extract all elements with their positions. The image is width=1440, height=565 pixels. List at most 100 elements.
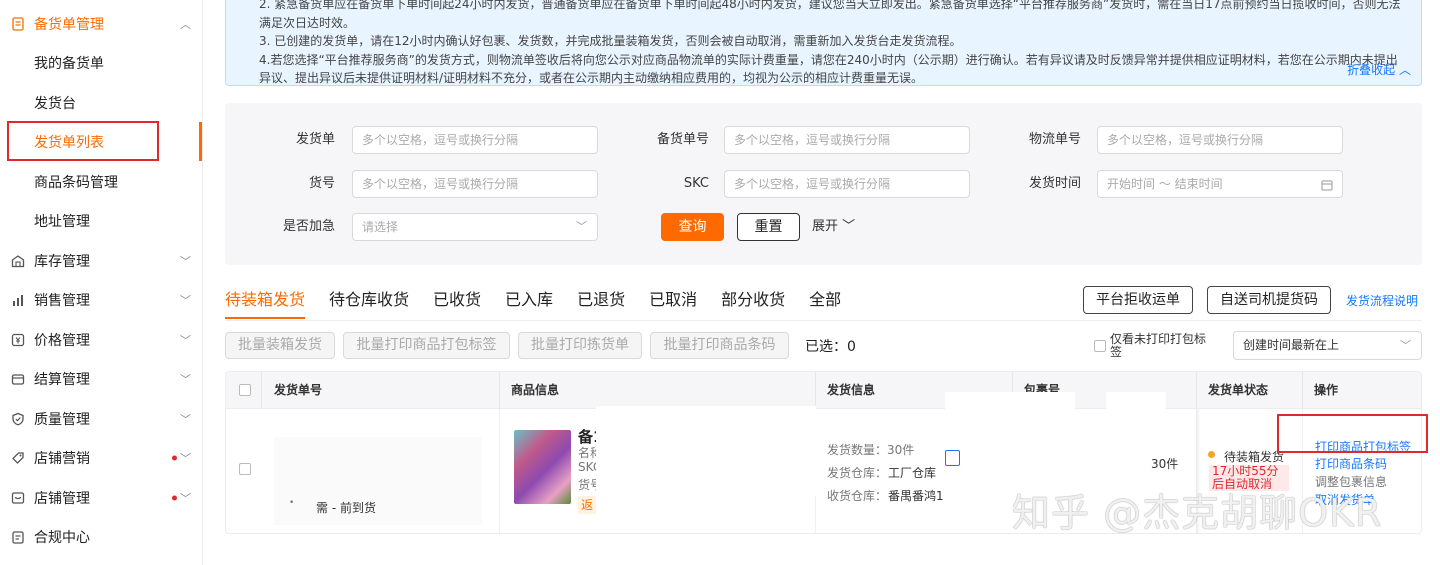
notice-line: 4.若您选择“平台推荐服务商”的发货方式，则物流单签收后将向您公示对应商品物流单… xyxy=(259,52,1398,67)
status-tabs: 待装箱发货 待仓库收货 已收货 已入库 已退货 已取消 部分收货 全部 xyxy=(225,283,865,321)
sidebar-item-address-management[interactable]: 地址管理 xyxy=(34,201,90,240)
urgent-label: 是否加急 xyxy=(282,219,335,234)
batch-print-picking-list-button[interactable]: 批量打印拣货单 xyxy=(518,332,642,359)
urgent-select[interactable]: 请选择 ﹀ xyxy=(352,213,598,241)
query-button[interactable]: 查询 xyxy=(661,213,724,241)
edit-icon[interactable] xyxy=(945,450,960,466)
receive-warehouse-value: 番禺番鸿1 xyxy=(888,489,944,503)
price-tag-icon xyxy=(10,332,26,348)
tab-received[interactable]: 已收货 xyxy=(433,283,481,319)
sidebar-group-label: 合规中心 xyxy=(34,529,90,546)
urgent-select-placeholder: 请选择 xyxy=(362,220,399,234)
tab-pending-receipt[interactable]: 待仓库收货 xyxy=(329,283,409,319)
chevron-down-icon: ﹀ xyxy=(180,293,191,307)
sidebar-group-compliance[interactable]: 合规中心 xyxy=(0,517,203,556)
batch-print-pack-labels-button[interactable]: 批量打印商品打包标签 xyxy=(343,332,510,359)
skc-input[interactable]: 多个以空格，逗号或换行分隔 xyxy=(724,170,970,198)
driver-pickup-code-button[interactable]: 自送司机提货码 xyxy=(1207,286,1331,314)
skc-label: SKC xyxy=(683,176,709,191)
platform-reject-button[interactable]: 平台拒收运单 xyxy=(1083,286,1193,314)
sidebar: 备货单管理 ︿ 我的备货单 发货台 发货单列表 商品条码管理 地址管理 库存管理… xyxy=(0,0,203,565)
sidebar-item-barcode-management[interactable]: 商品条码管理 xyxy=(34,162,118,201)
only-unprinted-checkbox[interactable] xyxy=(1094,340,1106,352)
ship-warehouse-label: 发货仓库： xyxy=(827,466,888,480)
clipboard-icon xyxy=(10,529,26,545)
product-thumbnail[interactable] xyxy=(514,430,571,504)
print-barcode-link[interactable]: 打印商品条码 xyxy=(1315,455,1387,472)
active-indicator xyxy=(199,122,202,161)
sidebar-group-label: 备货单管理 xyxy=(34,16,104,33)
selected-count: 已选：0 xyxy=(805,339,856,355)
sidebar-group-label: 店铺管理 xyxy=(34,490,90,507)
sidebar-group-label: 质量管理 xyxy=(34,411,90,428)
notification-dot xyxy=(172,495,177,500)
sidebar-group-marketing[interactable]: 店铺营销 ﹀ xyxy=(0,438,203,477)
notice-banner: 2. 紧急备货单应在备货单下单时间起24小时内发货，普通备货单应在备货单下单时间… xyxy=(225,0,1422,86)
item-number-label: 货号 xyxy=(308,176,335,191)
reset-button[interactable]: 重置 xyxy=(737,213,800,241)
tab-pending-packing[interactable]: 待装箱发货 xyxy=(225,283,306,319)
chevron-up-icon: ︿ xyxy=(180,17,191,31)
wallet-icon xyxy=(10,371,26,387)
tracking-number-input[interactable]: 多个以空格，逗号或换行分隔 xyxy=(1097,126,1343,154)
sidebar-group-inventory[interactable]: 库存管理 ﹀ xyxy=(0,241,203,280)
annotation-highlight-box xyxy=(1277,414,1428,453)
tab-all[interactable]: 全部 xyxy=(809,283,841,319)
table-header: 发货单号 商品信息 发货信息 包裹号 发货单状态 操作 xyxy=(226,372,1421,409)
tab-cancelled[interactable]: 已取消 xyxy=(649,283,697,319)
shield-icon xyxy=(10,411,26,427)
sidebar-group-label: 结算管理 xyxy=(34,371,90,388)
chevron-down-icon: ﹀ xyxy=(180,254,191,268)
column-shipping-info: 发货信息 xyxy=(827,383,876,397)
notice-line: 3. 已创建的发货单，请在12小时内确认好包裹、发货数，并完成批量装箱发货，否则… xyxy=(259,34,962,48)
receive-warehouse-label: 收货仓库： xyxy=(827,489,888,503)
column-shipping-order: 发货单号 xyxy=(274,383,323,397)
chevron-down-icon: ﹀ xyxy=(180,412,191,426)
notification-dot xyxy=(172,455,177,460)
tracking-number-label: 物流单号 xyxy=(1028,132,1081,147)
sidebar-item-my-stock-orders[interactable]: 我的备货单 xyxy=(34,43,104,82)
chevron-down-icon: ﹀ xyxy=(180,372,191,386)
chevron-down-icon: ﹀ xyxy=(1400,339,1411,352)
order-status-text: 待装箱发货 xyxy=(1224,450,1285,464)
ship-time-range[interactable]: 开始时间 ～ 结束时间 xyxy=(1097,170,1343,198)
sidebar-group-price[interactable]: 价格管理 ﹀ xyxy=(0,320,203,359)
warehouse-icon xyxy=(10,253,26,269)
calendar-icon xyxy=(1321,171,1333,197)
select-all-checkbox[interactable] xyxy=(239,384,251,396)
sidebar-group-label: 店铺营销 xyxy=(34,450,90,467)
tab-partial-received[interactable]: 部分收货 xyxy=(721,283,785,319)
batch-pack-ship-button[interactable]: 批量装箱发货 xyxy=(225,332,335,359)
stock-order-input[interactable]: 多个以空格，逗号或换行分隔 xyxy=(724,126,970,154)
sidebar-group-settlement[interactable]: 结算管理 ﹀ xyxy=(0,359,203,398)
sidebar-group-sales[interactable]: 销售管理 ﹀ xyxy=(0,280,203,319)
notice-line: 2. 紧急备货单应在备货单下单时间起24小时内发货，普通备货单应在备货单下单时间… xyxy=(259,0,1401,11)
sidebar-group-stock-orders[interactable]: 备货单管理 ︿ xyxy=(0,4,203,43)
chevron-down-icon: ﹀ xyxy=(180,491,191,505)
sidebar-item-shipping-desk[interactable]: 发货台 xyxy=(34,83,76,122)
sidebar-group-quality[interactable]: 质量管理 ﹀ xyxy=(0,399,203,438)
tab-stocked[interactable]: 已入库 xyxy=(505,283,553,319)
tabs-divider xyxy=(225,320,1422,321)
row-checkbox[interactable] xyxy=(239,463,251,475)
sidebar-group-label: 价格管理 xyxy=(34,332,90,349)
batch-print-barcodes-button[interactable]: 批量打印商品条码 xyxy=(650,332,789,359)
tab-returned[interactable]: 已退货 xyxy=(577,283,625,319)
collapse-link[interactable]: 折叠收起 ︿ xyxy=(1347,61,1411,80)
expand-toggle[interactable]: 展开 ﹀ xyxy=(812,213,855,241)
annotation-highlight-box xyxy=(7,121,159,161)
item-number-input[interactable]: 多个以空格，逗号或换行分隔 xyxy=(352,170,598,198)
tag-icon xyxy=(10,450,26,466)
ship-time-placeholder: 开始时间 ～ 结束时间 xyxy=(1107,177,1223,191)
sidebar-group-store[interactable]: 店铺管理 ﹀ xyxy=(0,478,203,517)
shipping-process-help-link[interactable]: 发货流程说明 xyxy=(1346,292,1418,309)
column-product-info: 商品信息 xyxy=(511,383,560,397)
only-unprinted-label: 仅看未打印打包标签 xyxy=(1110,332,1207,359)
return-tag: 返 xyxy=(578,496,596,514)
sort-select[interactable]: 创建时间最新在上 ﹀ xyxy=(1233,331,1422,360)
ship-quantity: 发货数量：30件 xyxy=(827,443,915,457)
document-icon xyxy=(10,16,26,32)
bar-chart-icon xyxy=(10,292,26,308)
shipping-order-input[interactable]: 多个以空格，逗号或换行分隔 xyxy=(352,126,598,154)
watermark-text: 知乎 @杰克胡聊OKR xyxy=(1012,491,1383,535)
